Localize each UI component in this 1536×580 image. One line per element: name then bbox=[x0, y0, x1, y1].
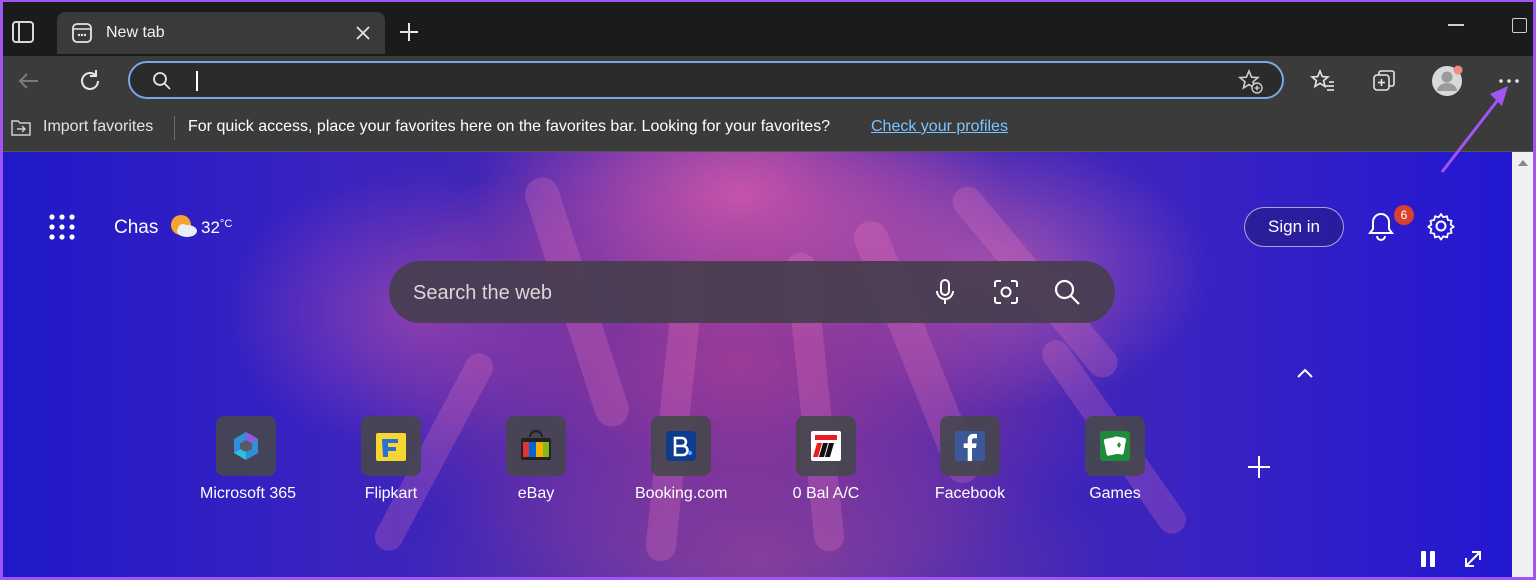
collections-icon bbox=[1373, 70, 1395, 91]
quick-link-tile[interactable]: Games bbox=[1069, 416, 1161, 503]
back-arrow-icon bbox=[18, 73, 38, 89]
favorites-hint: For quick access, place your favorites h… bbox=[188, 118, 831, 135]
app-launcher-icon[interactable] bbox=[48, 213, 76, 241]
new-tab-plus-icon[interactable] bbox=[397, 20, 421, 44]
visual-search-icon[interactable] bbox=[991, 277, 1021, 307]
sign-in-button[interactable]: Sign in bbox=[1244, 207, 1344, 247]
notification-count-badge: 6 bbox=[1394, 205, 1414, 225]
minimize-button[interactable] bbox=[1448, 24, 1464, 26]
temperature[interactable]: 32°C bbox=[201, 218, 232, 238]
text-cursor bbox=[196, 71, 198, 91]
favorites-list-icon bbox=[1310, 68, 1334, 91]
address-input[interactable] bbox=[202, 67, 1186, 97]
web-search-input[interactable] bbox=[411, 275, 915, 311]
tile-label: Booking.com bbox=[635, 485, 728, 502]
import-favorites-label[interactable]: Import favorites bbox=[43, 118, 153, 136]
web-search-box[interactable] bbox=[389, 261, 1115, 323]
navigation-toolbar bbox=[0, 56, 1536, 106]
favorites-bar: Import favorites For quick access, place… bbox=[0, 106, 1536, 152]
address-bar[interactable] bbox=[128, 61, 1284, 99]
search-icon bbox=[153, 72, 171, 90]
page-settings-gear-icon[interactable] bbox=[1426, 211, 1456, 241]
refresh-button[interactable] bbox=[75, 66, 105, 96]
annotation-arrow-icon bbox=[1440, 86, 1508, 173]
favorites-button[interactable] bbox=[1308, 66, 1338, 96]
quick-link-tile[interactable]: Booking.com bbox=[635, 416, 728, 503]
kotak-icon bbox=[811, 431, 841, 461]
quick-link-tile[interactable]: Facebook bbox=[924, 416, 1016, 503]
collapse-chevron-up-icon[interactable] bbox=[1294, 362, 1316, 384]
ebay-icon bbox=[521, 429, 551, 460]
import-favorites-icon[interactable] bbox=[10, 117, 32, 137]
tile-label: Facebook bbox=[934, 485, 1006, 502]
tile-label: eBay bbox=[517, 485, 555, 502]
collections-button[interactable] bbox=[1369, 66, 1399, 96]
temperature-unit: °C bbox=[219, 218, 233, 230]
microsoft-365-icon bbox=[234, 432, 258, 460]
expand-background-icon[interactable] bbox=[1462, 548, 1484, 570]
games-icon bbox=[1100, 431, 1130, 461]
flipkart-icon bbox=[376, 433, 406, 461]
tile-label: 0 Bal A/C bbox=[792, 485, 860, 502]
tab-title: New tab bbox=[106, 24, 165, 41]
add-favorite-star-icon[interactable] bbox=[1238, 69, 1264, 95]
scroll-up-arrow-icon[interactable] bbox=[1518, 160, 1528, 166]
quick-link-tile[interactable]: Microsoft 365 bbox=[200, 416, 297, 503]
booking-icon bbox=[666, 431, 696, 461]
tile-label: Microsoft 365 bbox=[200, 485, 297, 502]
search-submit-icon[interactable] bbox=[1052, 277, 1082, 307]
quick-link-tile[interactable]: eBay bbox=[490, 416, 582, 503]
weather-location[interactable]: Chas bbox=[114, 217, 158, 239]
microphone-icon[interactable] bbox=[930, 277, 960, 307]
back-button[interactable] bbox=[14, 66, 44, 96]
partly-sunny-icon[interactable] bbox=[168, 212, 198, 240]
close-tab-icon[interactable] bbox=[353, 23, 373, 43]
new-tab-page-icon bbox=[72, 23, 92, 43]
quick-link-tile[interactable]: Flipkart bbox=[345, 416, 437, 503]
tile-label: Flipkart bbox=[364, 485, 418, 502]
title-bar: New tab bbox=[0, 0, 1536, 60]
refresh-icon bbox=[81, 70, 99, 90]
check-profiles-link[interactable]: Check your profiles bbox=[871, 118, 1008, 136]
quick-link-tile[interactable]: 0 Bal A/C bbox=[780, 416, 872, 503]
temperature-value: 32 bbox=[201, 218, 220, 237]
add-shortcut-plus-icon[interactable] bbox=[1246, 454, 1272, 480]
tab-actions-icon[interactable] bbox=[10, 20, 36, 44]
facebook-icon bbox=[955, 431, 985, 461]
tab-new-tab[interactable]: New tab bbox=[57, 12, 385, 54]
notifications-bell-icon[interactable] bbox=[1366, 210, 1396, 242]
pause-background-icon[interactable] bbox=[1418, 548, 1438, 570]
maximize-button[interactable] bbox=[1512, 18, 1527, 33]
page-scrollbar[interactable] bbox=[1512, 152, 1533, 577]
tile-label: Games bbox=[1089, 485, 1141, 502]
divider bbox=[174, 116, 175, 140]
